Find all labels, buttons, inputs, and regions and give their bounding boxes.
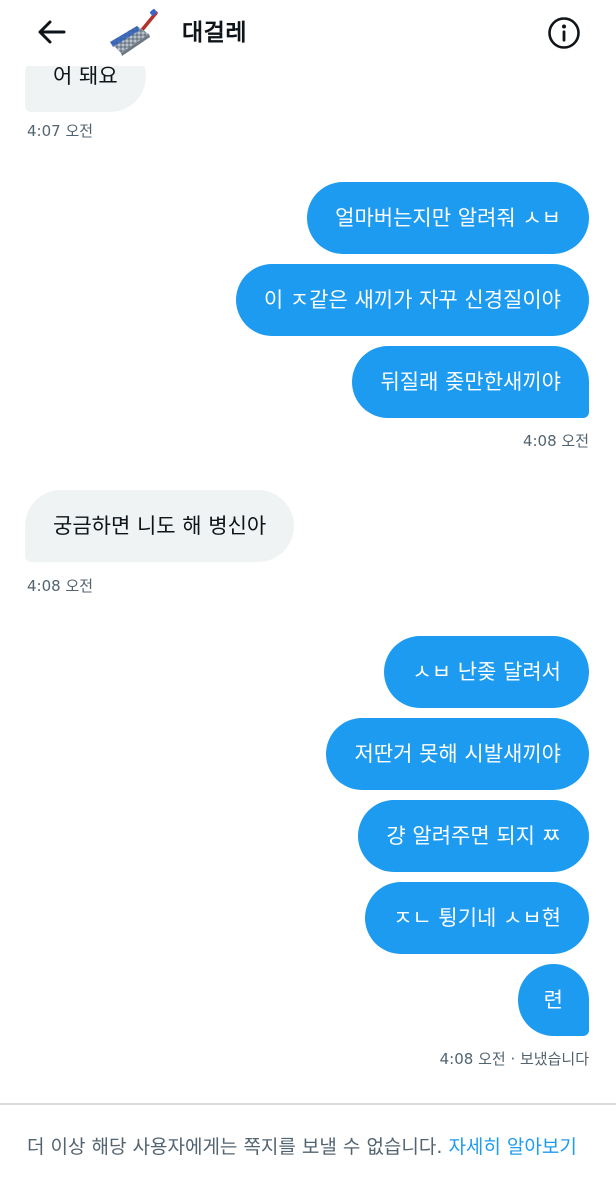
message-bubble-outgoing[interactable]: 걍 알려주면 되지 ㅉ	[358, 800, 589, 872]
message-text: 걍 알려주면 되지 ㅉ	[386, 824, 561, 848]
message-bubble-outgoing[interactable]: 련	[517, 964, 589, 1036]
conversation-title[interactable]: 대걸레	[182, 17, 247, 49]
message-bubble-outgoing[interactable]: 뒤질래 좆만한새끼야	[352, 346, 589, 418]
notice-text: 더 이상 해당 사용자에게는 쪽지를 보낼 수 없습니다.	[27, 1136, 449, 1158]
dm-disabled-notice: 더 이상 해당 사용자에게는 쪽지를 보낼 수 없습니다. 자세히 알아보기	[27, 1131, 597, 1163]
message-text: 저딴거 못해 시발새끼야	[354, 742, 561, 766]
message-status: 4:08 오전 · 보냈습니다	[439, 1050, 589, 1068]
message-timestamp: 4:08 오전	[522, 432, 589, 450]
message-text: ㅈㄴ 튕기네 ㅅㅂ현	[393, 906, 561, 930]
message-text: ㅅㅂ 난좆 달려서	[412, 660, 561, 684]
message-bubble-outgoing[interactable]: 얼마버는지만 알려줘 ㅅㅂ	[307, 182, 589, 254]
message-list[interactable]: 어 돼요 4:07 오전 얼마버는지만 알려줘 ㅅㅂ 이 ㅈ같은 새끼가 자꾸 …	[0, 0, 616, 1103]
back-button[interactable]	[34, 14, 70, 50]
message-text: 얼마버는지만 알려줘 ㅅㅂ	[335, 206, 561, 230]
message-bubble-outgoing[interactable]: 이 ㅈ같은 새끼가 자꾸 신경질이야	[235, 264, 589, 336]
conversation-header: 대걸레	[0, 0, 616, 66]
message-text: 궁금하면 니도 해 병신아	[53, 514, 267, 538]
info-button[interactable]	[545, 14, 583, 52]
message-text: 어 돼요	[53, 64, 118, 88]
message-text: 뒤질래 좆만한새끼야	[380, 370, 561, 394]
divider	[0, 1103, 616, 1105]
info-circle-icon	[548, 17, 580, 49]
message-bubble-outgoing[interactable]: 저딴거 못해 시발새끼야	[326, 718, 589, 790]
message-timestamp: 4:07 오전	[27, 122, 94, 140]
message-bubble-outgoing[interactable]: ㅈㄴ 튕기네 ㅅㅂ현	[365, 882, 589, 954]
message-text: 련	[543, 988, 563, 1012]
message-text: 이 ㅈ같은 새끼가 자꾸 신경질이야	[263, 288, 561, 312]
learn-more-link[interactable]: 자세히 알아보기	[448, 1136, 576, 1158]
message-bubble-incoming[interactable]: 궁금하면 니도 해 병신아	[25, 490, 295, 562]
message-bubble-outgoing[interactable]: ㅅㅂ 난좆 달려서	[384, 636, 589, 708]
avatar[interactable]	[106, 8, 162, 58]
message-timestamp: 4:08 오전	[27, 577, 94, 595]
arrow-left-icon	[38, 20, 66, 44]
mop-avatar-icon	[110, 8, 158, 56]
